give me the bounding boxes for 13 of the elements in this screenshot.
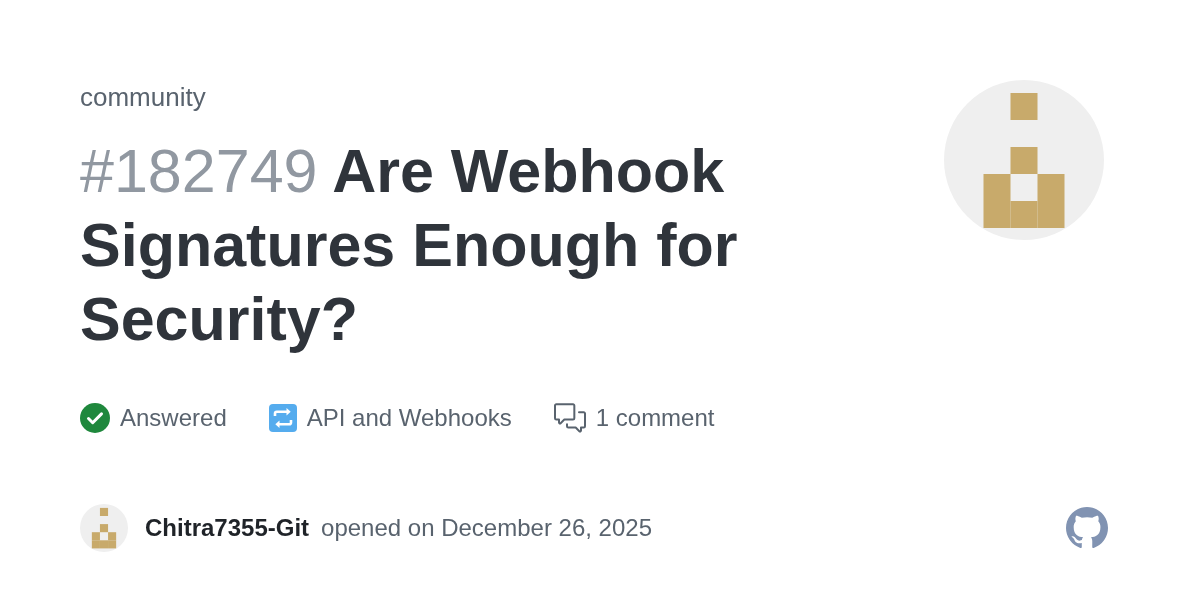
pattern-avatar-icon bbox=[944, 80, 1104, 240]
arrows-emoji-icon bbox=[268, 404, 297, 432]
author-username: Chitra7355-Git bbox=[145, 513, 310, 543]
answered-status: Answered bbox=[120, 403, 227, 433]
repository-name: community bbox=[80, 82, 207, 113]
speech-bubbles-icon bbox=[553, 402, 586, 434]
author-avatar-icon bbox=[80, 504, 128, 552]
category-label: API and Webhooks bbox=[306, 403, 512, 433]
opened-date: opened on December 26, 2025 bbox=[321, 513, 652, 543]
check-circle-icon bbox=[80, 403, 110, 433]
discussion-title: #182749 Are Webhook Signatures Enough for Security? bbox=[80, 136, 739, 355]
cat-silhouette-logo-icon bbox=[1066, 507, 1108, 549]
comment-count: 1 comment bbox=[595, 403, 715, 433]
